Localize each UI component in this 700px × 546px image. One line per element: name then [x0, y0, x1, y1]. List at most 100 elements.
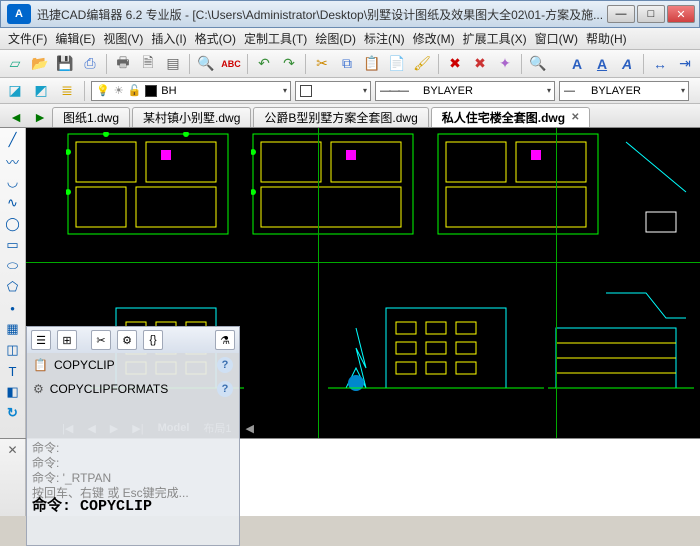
doc-tab-4[interactable]: 私人住宅楼全套图.dwg✕: [431, 107, 591, 127]
linetype-dropdown[interactable]: ——— BYLAYER: [375, 81, 555, 101]
print-preview-icon[interactable]: 🗎: [137, 53, 159, 75]
layer-color-swatch: [145, 85, 157, 97]
text-a3-icon[interactable]: A: [616, 53, 638, 75]
command-input[interactable]: 命令: COPYCLIP: [32, 499, 152, 514]
suggest-item-copyclip[interactable]: 📋 COPYCLIP ?: [27, 353, 239, 377]
bulb-icon: 💡: [96, 84, 110, 97]
title-bar: A 迅捷CAD编辑器 6.2 专业版 - [C:\Users\Administr…: [0, 0, 700, 28]
match-prop-icon[interactable]: 🖌: [411, 53, 433, 75]
arc-icon[interactable]: ◡: [2, 172, 24, 192]
close-button[interactable]: ✕: [667, 5, 695, 23]
hatch-icon[interactable]: ▦: [2, 319, 24, 339]
menu-draw[interactable]: 绘图(D): [315, 30, 356, 47]
gear-icon: ⚙: [33, 382, 44, 396]
text-icon[interactable]: T: [2, 361, 24, 381]
menu-edit[interactable]: 编辑(E): [55, 30, 95, 47]
help-icon[interactable]: ?: [217, 381, 233, 397]
window-title: 迅捷CAD编辑器 6.2 专业版 - [C:\Users\Administrat…: [31, 6, 607, 23]
polygon-icon[interactable]: ⬠: [2, 277, 24, 297]
menu-bar: 文件(F) 编辑(E) 视图(V) 插入(I) 格式(O) 定制工具(T) 绘图…: [0, 28, 700, 50]
command-history[interactable]: 命令: 命令: 命令: '_RTPAN 按回车、右键 或 Esc键完成... 命…: [26, 439, 700, 516]
menu-window[interactable]: 窗口(W): [535, 30, 578, 47]
color-dropdown[interactable]: [295, 81, 371, 101]
floorplan-4: [616, 132, 696, 252]
plot-icon[interactable]: ▤: [162, 53, 184, 75]
spline-icon[interactable]: ∿: [2, 193, 24, 213]
doc-tab-2[interactable]: 某村镇小别墅.dwg: [132, 107, 251, 127]
menu-tools[interactable]: 定制工具(T): [244, 30, 307, 47]
minimize-button[interactable]: —: [607, 5, 635, 23]
lineweight-dropdown[interactable]: — BYLAYER: [559, 81, 689, 101]
floorplan-1: [66, 132, 236, 252]
menu-modify[interactable]: 修改(M): [413, 30, 455, 47]
layer-states-icon[interactable]: ≣: [56, 80, 78, 102]
copy-icon[interactable]: ⧉: [336, 53, 358, 75]
menu-express[interactable]: 扩展工具(X): [463, 30, 527, 47]
cmd-close-icon[interactable]: ✕: [0, 439, 26, 516]
panel-btn-3[interactable]: ✂: [91, 330, 111, 350]
circle-icon[interactable]: ◯: [2, 214, 24, 234]
toolbar-properties: ◪ ◩ ≣ 💡 ☀ 🔓 BH ——— BYLAYER — BYLAYER: [0, 78, 700, 104]
panel-btn-flask[interactable]: ⚗: [215, 330, 235, 350]
draw-toolbar: ╱ 〰 ◡ ∿ ◯ ▭ ⬭ ⬠ • ▦ ◫ T ◧ ↻: [0, 128, 26, 438]
save-all-icon[interactable]: ⎙: [79, 53, 101, 75]
rect-icon[interactable]: ▭: [2, 235, 24, 255]
refresh-icon[interactable]: ↻: [2, 403, 24, 423]
open-file-icon[interactable]: 📂: [29, 53, 51, 75]
tab-prev-icon[interactable]: ◄: [4, 107, 28, 127]
point-icon[interactable]: •: [2, 298, 24, 318]
menu-view[interactable]: 视图(V): [103, 30, 143, 47]
erase2-icon[interactable]: ✖: [469, 53, 491, 75]
tab-close-icon[interactable]: ✕: [571, 112, 579, 123]
maximize-button[interactable]: □: [637, 5, 665, 23]
spell-icon[interactable]: ABC: [220, 53, 242, 75]
doc-tab-1[interactable]: 图纸1.dwg: [52, 107, 130, 127]
floorplan-2: [251, 132, 421, 252]
elevation-2: [326, 288, 546, 408]
command-area: ✕ 命令: 命令: 命令: '_RTPAN 按回车、右键 或 Esc键完成...…: [0, 438, 700, 516]
polyline-icon[interactable]: 〰: [2, 151, 24, 171]
panel-btn-5[interactable]: {}: [143, 330, 163, 350]
text-a1-icon[interactable]: A: [566, 53, 588, 75]
erase-icon[interactable]: ✖: [444, 53, 466, 75]
panel-btn-1[interactable]: ☰: [31, 330, 51, 350]
layer-name: BH: [161, 85, 176, 97]
text-a2-icon[interactable]: A: [591, 53, 613, 75]
menu-insert[interactable]: 插入(I): [151, 30, 186, 47]
save-icon[interactable]: 💾: [54, 53, 76, 75]
ellipse-icon[interactable]: ⬭: [2, 256, 24, 276]
menu-dimension[interactable]: 标注(N): [364, 30, 405, 47]
document-tab-strip: ◄ ► 图纸1.dwg 某村镇小别墅.dwg 公爵B型别墅方案全套图.dwg 私…: [0, 104, 700, 128]
redo-icon[interactable]: ↷: [278, 53, 300, 75]
menu-help[interactable]: 帮助(H): [586, 30, 627, 47]
paste-special-icon[interactable]: 📄: [386, 53, 408, 75]
layer-prev-icon[interactable]: ◩: [30, 80, 52, 102]
print-icon[interactable]: 🖶: [112, 53, 134, 75]
region-icon[interactable]: ◫: [2, 340, 24, 360]
panel-btn-2[interactable]: ⊞: [57, 330, 77, 350]
tab-next-icon[interactable]: ►: [28, 107, 52, 127]
line-icon[interactable]: ╱: [2, 130, 24, 150]
dim-icon[interactable]: ↔: [649, 53, 671, 75]
suggest-label: COPYCLIPFORMATS: [50, 382, 168, 396]
menu-file[interactable]: 文件(F): [8, 30, 47, 47]
menu-format[interactable]: 格式(O): [195, 30, 236, 47]
new-file-icon[interactable]: ▱: [4, 53, 26, 75]
layer-manager-icon[interactable]: ◪: [4, 80, 26, 102]
find-icon[interactable]: 🔍: [195, 53, 217, 75]
purge-icon[interactable]: ✦: [494, 53, 516, 75]
panel-btn-4[interactable]: ⚙: [117, 330, 137, 350]
layer-dropdown[interactable]: 💡 ☀ 🔓 BH: [91, 81, 291, 101]
cut-icon[interactable]: ✂: [311, 53, 333, 75]
floorplan-3: [436, 132, 606, 252]
zoom-icon[interactable]: 🔍: [527, 53, 549, 75]
block-icon[interactable]: ◧: [2, 382, 24, 402]
suggest-item-copyclipformats[interactable]: ⚙ COPYCLIPFORMATS ?: [27, 377, 239, 401]
dim2-icon[interactable]: ⇥: [674, 53, 696, 75]
toolbar-standard: ▱ 📂 💾 ⎙ 🖶 🗎 ▤ 🔍 ABC ↶ ↷ ✂ ⧉ 📋 📄 🖌 ✖ ✖ ✦ …: [0, 50, 700, 78]
doc-tab-3[interactable]: 公爵B型别墅方案全套图.dwg: [253, 107, 428, 127]
paste-icon[interactable]: 📋: [361, 53, 383, 75]
undo-icon[interactable]: ↶: [253, 53, 275, 75]
work-area: ╱ 〰 ◡ ∿ ◯ ▭ ⬭ ⬠ • ▦ ◫ T ◧ ↻: [0, 128, 700, 438]
help-icon[interactable]: ?: [217, 357, 233, 373]
